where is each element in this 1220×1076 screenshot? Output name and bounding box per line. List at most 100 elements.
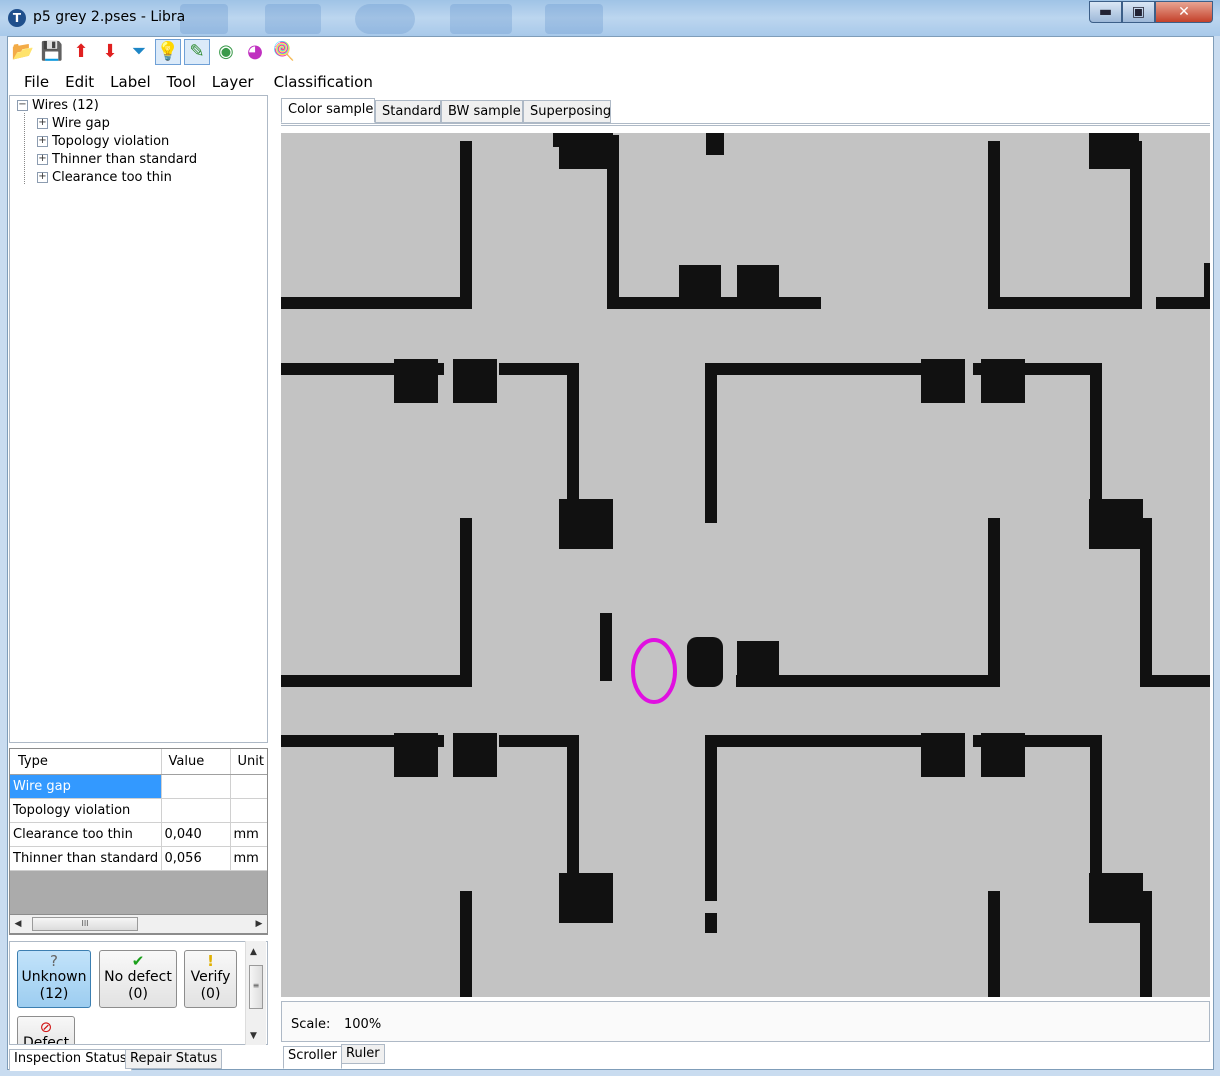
- scroll-up-icon[interactable]: ▲: [250, 947, 257, 957]
- scroll-right-icon[interactable]: ▶: [252, 917, 266, 931]
- minimize-button[interactable]: ▬: [1089, 1, 1122, 23]
- cell-unit[interactable]: mm: [230, 846, 267, 871]
- scroll-left-icon[interactable]: ◀: [11, 917, 25, 931]
- scale-bar: Scale: 100%: [281, 1001, 1210, 1042]
- expand-icon[interactable]: +: [37, 154, 48, 165]
- horizontal-scrollbar[interactable]: ◀ III ▶: [9, 914, 268, 934]
- pencil-icon[interactable]: ✎: [184, 39, 210, 65]
- defect-button[interactable]: ⊘ Defect: [17, 1016, 75, 1045]
- tab-standard[interactable]: Standard: [375, 100, 441, 123]
- tab-bw-sample[interactable]: BW sample: [441, 100, 523, 123]
- filter-icon[interactable]: ⏷: [126, 39, 152, 65]
- verify-button[interactable]: ! Verify (0): [184, 950, 237, 1008]
- scroll-thumb[interactable]: ≡: [249, 965, 263, 1009]
- tree-item-wire-gap[interactable]: + Wire gap: [37, 115, 110, 133]
- checkmark-icon: ✔: [131, 952, 145, 970]
- color-circles-icon[interactable]: ◉: [213, 39, 239, 65]
- menu-classification[interactable]: Classification: [266, 71, 381, 93]
- scroll-down-icon[interactable]: ▼: [250, 1031, 257, 1041]
- tab-color-sample[interactable]: Color sample: [281, 98, 375, 123]
- scale-label: Scale:: [291, 1017, 331, 1032]
- menu-tool[interactable]: Tool: [159, 71, 204, 93]
- tab-ruler[interactable]: Ruler: [341, 1044, 385, 1064]
- unknown-label: Unknown: [21, 969, 87, 985]
- cell-value[interactable]: [161, 798, 231, 823]
- expand-icon[interactable]: +: [37, 172, 48, 183]
- table-row[interactable]: Thinner than standard 0,056 mm: [10, 846, 267, 871]
- lightbulb-icon[interactable]: 💡: [155, 39, 181, 65]
- maximize-button[interactable]: ▣: [1122, 1, 1155, 23]
- cell-value[interactable]: 0,040: [161, 822, 231, 847]
- tree-root[interactable]: − Wires (12): [17, 97, 99, 115]
- tree-item-topology-violation[interactable]: + Topology violation: [37, 133, 169, 151]
- menu-bar: File Edit Label Tool Layer Classificatio…: [8, 71, 381, 93]
- tab-inspection-status[interactable]: Inspection Status: [9, 1049, 132, 1071]
- no-defect-label: No defect: [104, 969, 172, 985]
- tree-item-label: Clearance too thin: [52, 170, 172, 185]
- menu-file[interactable]: File: [8, 71, 57, 93]
- tree-root-label: Wires (12): [32, 98, 99, 113]
- table-row[interactable]: Wire gap: [10, 774, 267, 799]
- arrow-up-icon[interactable]: ⬆: [68, 39, 94, 65]
- cell-type[interactable]: Wire gap: [10, 774, 162, 799]
- arrow-down-icon[interactable]: ⬇: [97, 39, 123, 65]
- no-entry-icon: ⊘: [39, 1018, 53, 1036]
- cell-unit[interactable]: [230, 798, 267, 823]
- expand-icon[interactable]: +: [37, 118, 48, 129]
- tree-item-label: Thinner than standard: [52, 152, 198, 167]
- unknown-button[interactable]: ? Unknown (12): [17, 950, 91, 1008]
- close-button[interactable]: ✕: [1155, 1, 1213, 23]
- verify-label: Verify: [190, 969, 231, 985]
- pcb-image-viewer[interactable]: [281, 133, 1210, 997]
- scroll-thumb[interactable]: III: [32, 917, 138, 931]
- open-folder-icon[interactable]: 📂: [10, 39, 36, 65]
- unknown-count: (12): [39, 986, 69, 1002]
- app-logo-icon: T: [8, 9, 26, 27]
- tree-item-thinner-than-standard[interactable]: + Thinner than standard: [37, 151, 197, 169]
- board-background: [281, 133, 1210, 997]
- question-icon: ?: [50, 952, 58, 970]
- tree-item-clearance-too-thin[interactable]: + Clearance too thin: [37, 169, 172, 187]
- tab-repair-status[interactable]: Repair Status: [125, 1049, 223, 1069]
- lollipop-icon[interactable]: 🍭: [271, 39, 297, 65]
- inspection-status-panel: ? Unknown (12) ✔ No defect (0) ! Verify …: [9, 941, 268, 1045]
- menu-edit[interactable]: Edit: [57, 71, 102, 93]
- table-row[interactable]: Clearance too thin 0,040 mm: [10, 822, 267, 847]
- column-header-unit[interactable]: Unit: [230, 749, 267, 775]
- cell-unit[interactable]: mm: [230, 822, 267, 847]
- tab-scroller[interactable]: Scroller: [283, 1046, 342, 1069]
- save-icon[interactable]: 💾: [39, 39, 65, 65]
- tree-item-label: Topology violation: [52, 134, 170, 149]
- column-header-value[interactable]: Value: [161, 749, 231, 775]
- no-defect-button[interactable]: ✔ No defect (0): [99, 950, 177, 1008]
- defect-tree: − Wires (12) + Wire gap + Topology violatio…: [9, 95, 268, 743]
- color-wheel-icon[interactable]: ◕: [242, 39, 268, 65]
- tab-superposing[interactable]: Superposing: [523, 100, 611, 123]
- cell-type[interactable]: Clearance too thin: [10, 822, 162, 847]
- cell-value[interactable]: [161, 774, 231, 799]
- defect-label: Defect: [22, 1035, 70, 1045]
- main-window: 📂 💾 ⬆ ⬇ ⏷ 💡 ✎ ◉ ◕ 🍭 File Edit Label Tool Layer Cl…: [7, 36, 1214, 1071]
- table-row[interactable]: Topology violation: [10, 798, 267, 823]
- window-title: p5 grey 2.pses - Libra: [33, 9, 186, 25]
- menu-layer[interactable]: Layer: [204, 71, 262, 93]
- column-header-type[interactable]: Type: [10, 749, 162, 775]
- title-bar: T p5 grey 2.pses - Libra ▬ ▣ ✕: [0, 0, 1220, 36]
- no-defect-count: (0): [128, 986, 148, 1002]
- menu-label[interactable]: Label: [102, 71, 158, 93]
- cell-unit[interactable]: [230, 774, 267, 799]
- properties-grid: Type Value Unit Wire gap Topology violat…: [9, 748, 268, 935]
- expand-icon[interactable]: +: [37, 136, 48, 147]
- exclamation-icon: !: [207, 952, 214, 970]
- toolbar: 📂 💾 ⬆ ⬇ ⏷ 💡 ✎ ◉ ◕ 🍭: [10, 39, 297, 67]
- collapse-icon[interactable]: −: [17, 100, 28, 111]
- verify-count: (0): [200, 986, 221, 1002]
- cell-type[interactable]: Thinner than standard: [10, 846, 162, 871]
- tree-item-label: Wire gap: [52, 116, 110, 131]
- vertical-scrollbar[interactable]: ▲ ≡ ▼: [245, 941, 266, 1045]
- cell-type[interactable]: Topology violation: [10, 798, 162, 823]
- scale-value: 100%: [344, 1017, 382, 1032]
- cell-value[interactable]: 0,056: [161, 846, 231, 871]
- pcb-image: [281, 133, 1210, 997]
- tab-divider: [281, 123, 1210, 126]
